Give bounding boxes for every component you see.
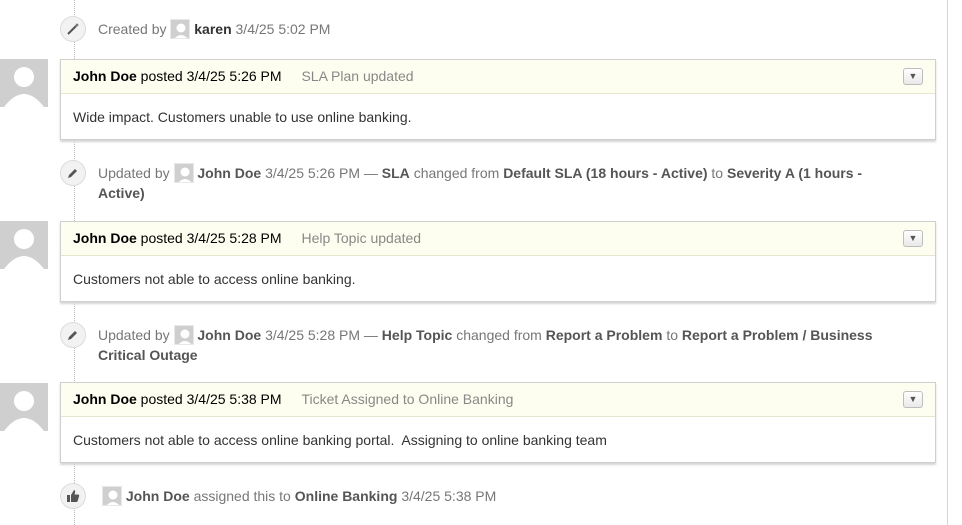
thread-entry: John Doe posted 3/4/25 5:26 PM SLA Plan … (60, 59, 936, 140)
update-time: 3/4/25 5:26 PM (265, 165, 361, 181)
assigned-user[interactable]: John Doe (126, 488, 190, 504)
post-author[interactable]: John Doe (73, 230, 137, 246)
post-body: Customers not able to access online bank… (73, 271, 356, 287)
post-time: 3/4/25 5:38 PM (186, 391, 282, 407)
post-body: Wide impact. Customers unable to use onl… (73, 109, 412, 125)
assigned-team: Online Banking (294, 488, 398, 504)
update-dash: — (363, 165, 378, 181)
user-avatar-icon (170, 19, 191, 39)
default-user-avatar (0, 221, 48, 269)
update-field: SLA (381, 165, 410, 181)
caret-down-icon[interactable]: ▼ (903, 68, 923, 85)
pencil-icon (60, 322, 86, 348)
post-time: 3/4/25 5:26 PM (186, 68, 282, 84)
post-title: SLA Plan updated (301, 68, 414, 84)
thread-header: John Doe posted 3/4/25 5:28 PM Help Topi… (61, 222, 935, 256)
update-changed-from: changed from (413, 165, 500, 181)
post-verb: posted (140, 230, 183, 246)
created-prefix: Created by (98, 21, 167, 37)
default-user-avatar (0, 383, 48, 431)
user-avatar-icon (173, 325, 194, 345)
post-time: 3/4/25 5:28 PM (186, 230, 282, 246)
update-to-word: to (711, 165, 724, 181)
created-user[interactable]: karen (194, 21, 231, 37)
update-changed-from: changed from (456, 327, 542, 343)
created-time: 3/4/25 5:02 PM (235, 21, 331, 37)
update-time: 3/4/25 5:28 PM (265, 327, 361, 343)
thread-header: John Doe posted 3/4/25 5:26 PM SLA Plan … (61, 60, 935, 94)
caret-down-icon[interactable]: ▼ (903, 391, 923, 408)
update-from: Default SLA (18 hours - Active) (503, 165, 708, 181)
created-event: Created by karen 3/4/25 5:02 PM (60, 16, 892, 42)
update-user[interactable]: John Doe (197, 327, 261, 343)
post-title: Ticket Assigned to Online Banking (301, 391, 514, 407)
post-author[interactable]: John Doe (73, 68, 137, 84)
thread-header: John Doe posted 3/4/25 5:38 PM Ticket As… (61, 383, 935, 417)
user-avatar-icon (173, 163, 194, 183)
magic-wand-icon (60, 16, 86, 42)
user-avatar-icon (102, 486, 122, 506)
update-prefix: Updated by (98, 327, 170, 343)
caret-down-icon[interactable]: ▼ (903, 230, 923, 247)
update-dash: — (363, 327, 378, 343)
thread-entry: John Doe posted 3/4/25 5:38 PM Ticket As… (60, 382, 936, 463)
update-event: Updated by John Doe 3/4/25 5:28 PM — Hel… (60, 322, 892, 364)
post-author[interactable]: John Doe (73, 391, 137, 407)
post-title: Help Topic updated (301, 230, 422, 246)
assigned-event: John Doe assigned this to Online Banking… (60, 483, 892, 509)
assigned-time: 3/4/25 5:38 PM (401, 488, 497, 504)
pencil-icon (60, 160, 86, 186)
update-prefix: Updated by (98, 165, 170, 181)
update-user[interactable]: John Doe (197, 165, 261, 181)
update-to-word: to (666, 327, 678, 343)
thumbs-up-icon (60, 483, 86, 509)
post-verb: posted (140, 68, 183, 84)
update-field: Help Topic (381, 327, 453, 343)
post-verb: posted (140, 391, 183, 407)
post-body: Customers not able to access online bank… (73, 432, 607, 448)
update-event: Updated by John Doe 3/4/25 5:26 PM — SLA… (60, 160, 892, 202)
assigned-text: assigned this to (193, 488, 291, 504)
thread-entry: John Doe posted 3/4/25 5:28 PM Help Topi… (60, 221, 936, 302)
update-from: Report a Problem (545, 327, 663, 343)
default-user-avatar (0, 59, 48, 107)
scrollbar[interactable] (947, 0, 962, 525)
